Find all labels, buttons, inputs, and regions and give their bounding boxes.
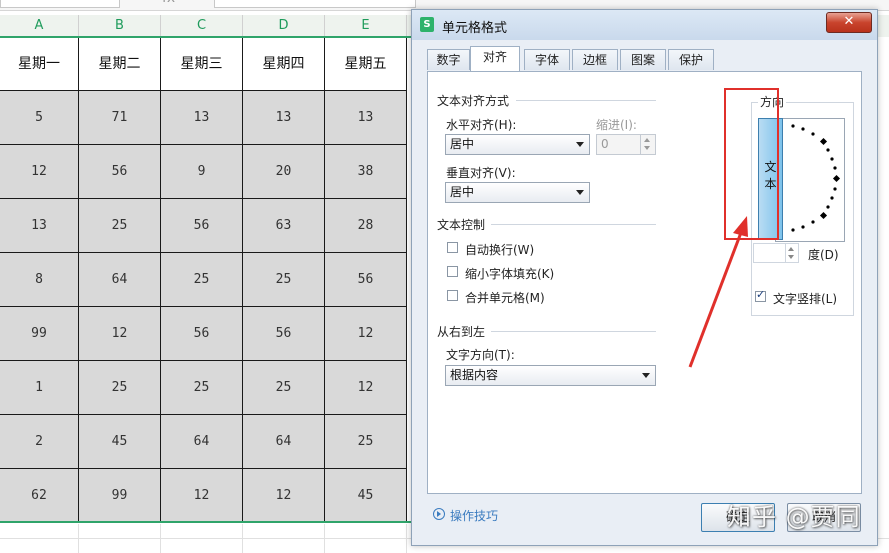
watermark: 知乎 @贾同 xyxy=(727,503,861,531)
tab-alignment[interactable]: 对齐 xyxy=(470,46,520,71)
annotation-arrow xyxy=(688,216,748,368)
